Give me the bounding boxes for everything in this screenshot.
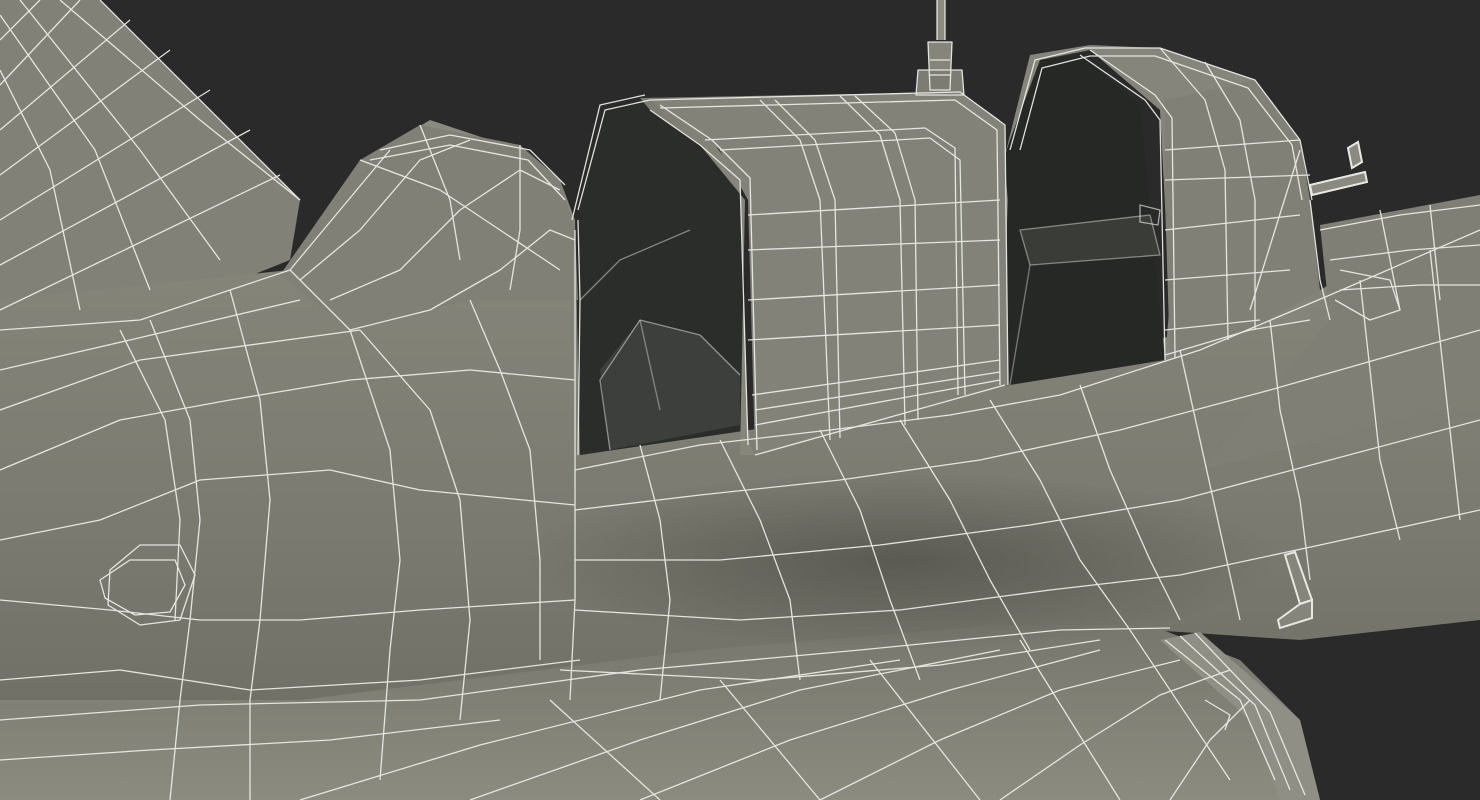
render-viewport [0, 0, 1480, 800]
aircraft-wireframe-render [0, 0, 1480, 800]
